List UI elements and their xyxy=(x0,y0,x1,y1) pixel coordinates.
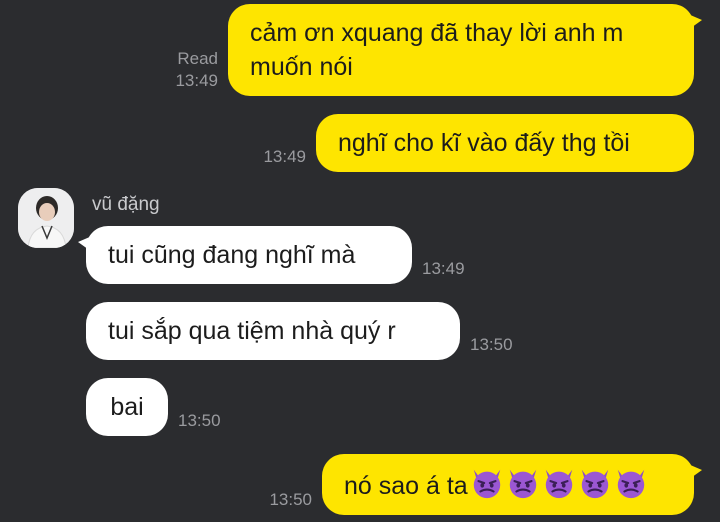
message-row-outgoing: 13:50 nó sao á ta xyxy=(269,454,702,515)
message-meta: 13:50 xyxy=(470,334,513,356)
emoji-group xyxy=(468,469,648,500)
avatar-photo-icon xyxy=(18,188,74,248)
message-row-outgoing: 13:49 nghĩ cho kĩ vào đấy thg tồi xyxy=(263,114,694,172)
message-text: bai xyxy=(110,393,144,421)
message-row-outgoing: Read 13:49 cảm ơn xquang đã thay lời anh… xyxy=(175,4,702,96)
message-row-incoming: bai 13:50 xyxy=(86,378,221,436)
contact-avatar[interactable] xyxy=(18,188,74,248)
message-bubble[interactable]: tui cũng đang nghĩ mà xyxy=(78,226,412,284)
message-row-incoming: tui sắp qua tiệm nhà quý r 13:50 xyxy=(86,302,513,360)
message-text: cảm ơn xquang đã thay lời anh m muốn nói xyxy=(250,19,624,81)
message-text: nó sao á ta xyxy=(344,472,468,500)
message-row-incoming: tui cũng đang nghĩ mà 13:49 xyxy=(78,226,465,284)
message-bubble[interactable]: nó sao á ta xyxy=(322,454,702,515)
message-text: nghĩ cho kĩ vào đấy thg tồi xyxy=(338,129,630,157)
message-meta: 13:49 xyxy=(263,146,306,168)
smiling-face-with-horns-icon xyxy=(581,469,608,499)
message-bubble[interactable]: nghĩ cho kĩ vào đấy thg tồi xyxy=(316,114,694,172)
message-time: 13:49 xyxy=(175,71,218,90)
message-time: 13:49 xyxy=(263,147,306,166)
message-meta: 13:49 xyxy=(422,258,465,280)
smiling-face-with-horns-icon xyxy=(473,469,500,499)
message-text: tui sắp qua tiệm nhà quý r xyxy=(108,317,396,345)
message-time: 13:49 xyxy=(422,259,465,278)
message-time: 13:50 xyxy=(178,411,221,430)
message-bubble[interactable]: tui sắp qua tiệm nhà quý r xyxy=(86,302,460,360)
message-bubble[interactable]: cảm ơn xquang đã thay lời anh m muốn nói xyxy=(228,4,702,96)
smiling-face-with-horns-icon xyxy=(509,469,536,499)
read-receipt: Read xyxy=(177,49,218,68)
message-time: 13:50 xyxy=(470,335,513,354)
message-bubble[interactable]: bai xyxy=(86,378,168,436)
smiling-face-with-horns-icon xyxy=(617,469,644,499)
smiling-face-with-horns-icon xyxy=(545,469,572,499)
message-meta: Read 13:49 xyxy=(175,48,218,92)
sender-name[interactable]: vũ đặng xyxy=(92,193,160,217)
chat-window: Read 13:49 cảm ơn xquang đã thay lời anh… xyxy=(0,0,720,522)
message-meta: 13:50 xyxy=(269,489,312,511)
message-text: tui cũng đang nghĩ mà xyxy=(108,241,356,269)
message-time: 13:50 xyxy=(269,490,312,509)
message-meta: 13:50 xyxy=(178,410,221,432)
